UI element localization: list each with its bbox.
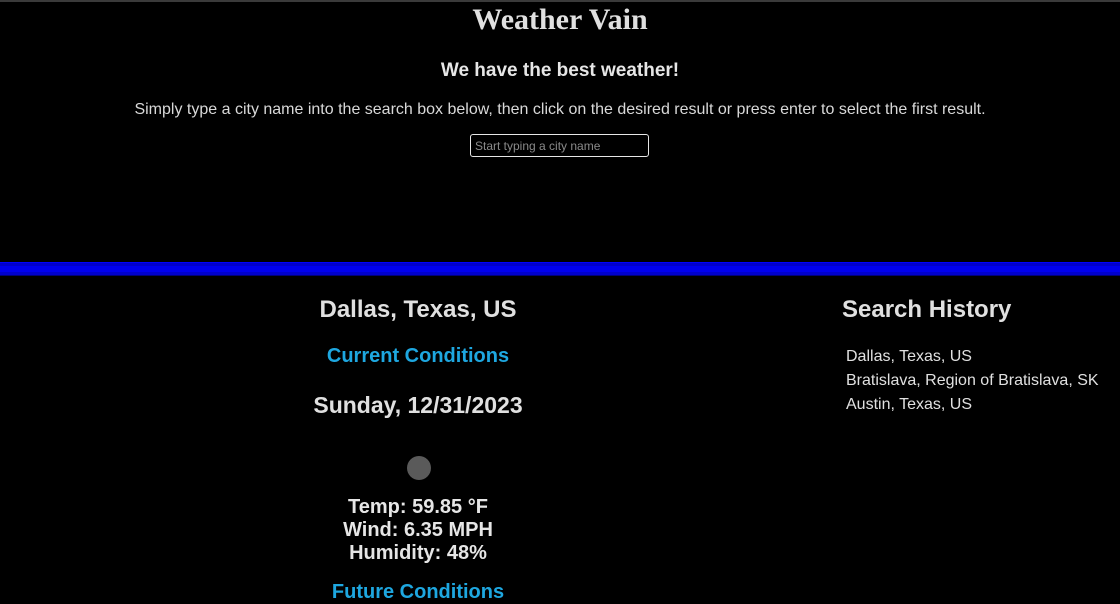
history-item[interactable]: Dallas, Texas, US: [846, 345, 1099, 369]
section-divider-stripe: [0, 266, 1120, 272]
temperature-value: Temp: 59.85 °F: [348, 496, 488, 518]
history-item[interactable]: Austin, Texas, US: [846, 393, 1099, 417]
site-title: Weather Vain: [472, 3, 648, 36]
search-history-title: Search History: [842, 296, 1012, 323]
history-item[interactable]: Bratislava, Region of Bratislava, SK: [846, 369, 1099, 393]
search-instructions: Simply type a city name into the search …: [134, 101, 986, 118]
city-name: Dallas, Texas, US: [319, 296, 517, 323]
forecast-date: Sunday, 12/31/2023: [313, 392, 523, 418]
weather-icon: [407, 456, 431, 480]
search-history-list: Dallas, Texas, US Bratislava, Region of …: [846, 345, 1099, 417]
future-conditions-heading: Future Conditions: [331, 581, 505, 603]
wind-value: Wind: 6.35 MPH: [343, 519, 493, 541]
section-divider: [0, 262, 1120, 276]
current-conditions-heading: Current Conditions: [326, 345, 510, 367]
tagline: We have the best weather!: [440, 60, 680, 81]
city-search-input[interactable]: [470, 134, 649, 157]
humidity-value: Humidity: 48%: [349, 542, 487, 564]
